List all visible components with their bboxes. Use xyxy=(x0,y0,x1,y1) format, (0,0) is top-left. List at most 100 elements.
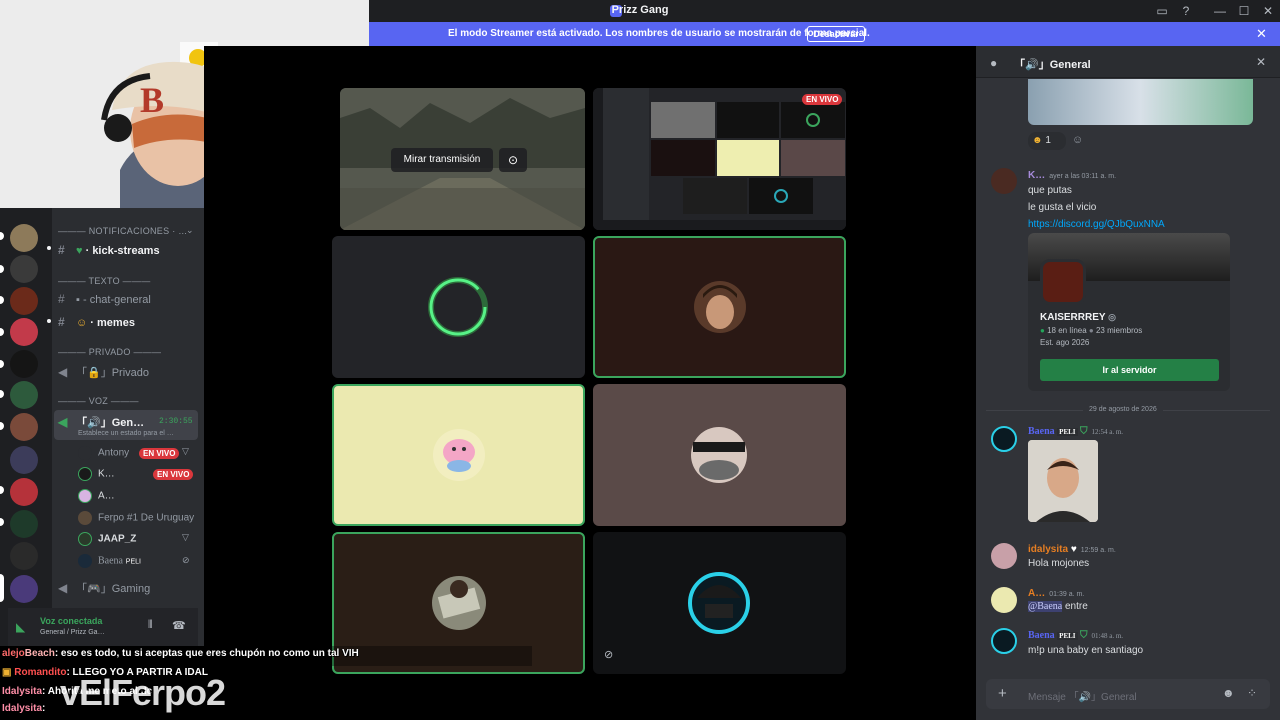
server-icon[interactable] xyxy=(10,510,38,538)
maximize-button[interactable]: ☐ xyxy=(1236,3,1252,19)
message-time: 12:59 a. m. xyxy=(1080,547,1116,554)
voice-connected-panel xyxy=(8,608,198,646)
voice-timer: 2:30:55 xyxy=(159,417,193,426)
disconnect-icon[interactable]: ☎ xyxy=(172,619,186,632)
filter-icon: ▽ xyxy=(182,532,189,542)
voice-channel-gaming[interactable]: ◀ 「🎮」Gaming xyxy=(58,580,150,598)
peli-tag: PELI xyxy=(1057,632,1078,640)
message-author[interactable]: Baena PELI ⛉ 12:54 a. m. xyxy=(1028,426,1123,437)
user-avatar xyxy=(691,427,747,483)
close-window-button[interactable]: ✕ xyxy=(1260,3,1276,19)
message-time: 01:48 a. m. xyxy=(1091,632,1124,640)
server-icon[interactable] xyxy=(10,542,38,570)
avatar[interactable] xyxy=(991,628,1017,654)
voice-user-antony[interactable]: Antony xyxy=(78,446,129,464)
unread-dot xyxy=(47,246,51,250)
user-tile-pig[interactable] xyxy=(332,384,585,526)
user-tile-speaking[interactable] xyxy=(593,236,846,378)
shield-icon: ⛉ xyxy=(1080,426,1088,437)
channel-label: Gaming xyxy=(111,583,151,595)
message-author[interactable]: Baena PELI ⛉ 01:48 a. m. xyxy=(1028,630,1123,641)
server-icon[interactable] xyxy=(10,350,38,378)
stream-tile-screenshare[interactable] xyxy=(593,88,846,230)
speaker-icon: ◀ xyxy=(58,415,68,429)
category-voz[interactable]: ——— VOZ ——— xyxy=(58,396,139,406)
server-icon[interactable] xyxy=(10,381,38,409)
filter-icon: ▽ xyxy=(182,446,189,456)
hash-icon: # xyxy=(58,315,65,329)
avatar[interactable] xyxy=(991,426,1017,452)
category-privado[interactable]: ——— PRIVADO ——— xyxy=(58,347,161,357)
voice-status-prompt[interactable]: Establece un estado para el … xyxy=(78,430,174,437)
add-attachment-icon[interactable]: + xyxy=(998,685,1007,702)
channel-label: Gen… xyxy=(111,417,145,429)
live-badge: EN VIVO xyxy=(153,469,194,480)
screenshare-preview xyxy=(593,88,846,230)
avatar[interactable] xyxy=(991,587,1017,613)
voice-connected-path[interactable]: General / Prizz Ga… xyxy=(40,629,105,636)
close-chat-icon[interactable]: ✕ xyxy=(1256,55,1266,69)
category-texto[interactable]: ——— TEXTO ——— xyxy=(58,276,151,286)
server-icon[interactable] xyxy=(10,575,38,603)
voice-user-a[interactable]: A… xyxy=(78,489,115,507)
server-icon[interactable] xyxy=(10,446,38,474)
channel-kick-streams[interactable]: # ♥ · kick-streams xyxy=(58,243,160,261)
voice-user-jaap[interactable]: JAAP_Z xyxy=(78,532,136,550)
user-avatar xyxy=(694,281,746,333)
category-notificaciones[interactable]: ——— NOTIFICACIONES · … xyxy=(58,226,188,236)
avatar xyxy=(78,554,92,568)
voice-user-ferpo[interactable]: Ferpo #1 De Uruguay xyxy=(78,511,194,529)
channel-chat-general[interactable]: # ▪ - chat-general xyxy=(58,292,151,310)
server-icon[interactable] xyxy=(10,224,38,252)
disable-streamer-mode-button[interactable]: Desactivar xyxy=(807,26,865,42)
inbox-icon[interactable]: ▭ xyxy=(1154,3,1170,19)
overlay-chat-line: alejoBeach: eso es todo, tu si aceptas q… xyxy=(2,648,359,659)
minimize-button[interactable]: — xyxy=(1212,3,1228,19)
avatar[interactable] xyxy=(991,543,1017,569)
message-author[interactable]: A… 01:39 a. m. xyxy=(1028,588,1084,599)
attachment-image[interactable] xyxy=(1028,79,1253,125)
chat-bubble-icon: ● xyxy=(990,56,998,70)
user-tile-face[interactable] xyxy=(593,384,846,526)
voice-user-baena[interactable]: Baena PELI xyxy=(78,554,141,572)
user-tile-loading[interactable] xyxy=(332,236,585,378)
user-tile-neon[interactable] xyxy=(593,532,846,674)
message-time: 01:39 a. m. xyxy=(1049,591,1085,598)
speaker-icon: ◀ xyxy=(58,581,68,595)
add-reaction-icon[interactable]: ☺ xyxy=(1072,134,1083,146)
channel-label: kick-streams xyxy=(92,245,160,257)
server-icon[interactable] xyxy=(10,318,38,346)
invite-link[interactable]: https://discord.gg/QJbQuxNNA xyxy=(1028,219,1165,230)
go-to-server-button[interactable]: Ir al servidor xyxy=(1040,359,1219,381)
reaction-chip[interactable]: ☻ 1 xyxy=(1028,132,1066,150)
emoji-icon[interactable]: ☻ xyxy=(1222,686,1235,700)
attachment-image[interactable] xyxy=(1028,440,1098,522)
noise-suppression-icon[interactable]: ⫴ xyxy=(148,619,153,632)
channel-memes[interactable]: # ☺ · memes xyxy=(58,315,135,333)
channel-privado[interactable]: ◀ 「🔒」Privado xyxy=(58,364,149,382)
avatar[interactable] xyxy=(991,168,1017,194)
message-author[interactable]: K… ayer a las 03:11 a. m. xyxy=(1028,170,1116,181)
message-time: ayer a las 03:11 a. m. xyxy=(1049,173,1117,180)
live-badge: EN VIVO xyxy=(802,94,843,105)
watch-stream-button[interactable]: Mirar transmisión xyxy=(391,148,493,172)
close-banner-icon[interactable]: ✕ xyxy=(1256,26,1267,42)
popout-icon[interactable]: ⊙ xyxy=(499,148,527,172)
server-icon[interactable] xyxy=(10,255,38,283)
apps-icon[interactable]: ⁘ xyxy=(1247,686,1257,700)
server-icon[interactable] xyxy=(10,287,38,315)
heart-icon: ♥ xyxy=(1070,544,1077,555)
message-author[interactable]: idalysita ♥ 12:59 a. m. xyxy=(1028,544,1116,555)
voice-user-k[interactable]: K… xyxy=(78,467,115,485)
help-icon[interactable]: ? xyxy=(1178,3,1194,19)
channel-label: Privado xyxy=(111,367,149,379)
server-icon[interactable] xyxy=(10,413,38,441)
user-mention[interactable]: @Baena xyxy=(1028,601,1063,612)
unread-dot xyxy=(47,319,51,323)
server-icon[interactable] xyxy=(10,478,38,506)
muted-icon: ⊘ xyxy=(182,555,190,565)
selfie-image xyxy=(1028,440,1098,522)
invite-established: Est. ago 2026 xyxy=(1040,338,1090,347)
shield-icon: ⛉ xyxy=(1080,630,1088,641)
avatar xyxy=(78,467,92,481)
